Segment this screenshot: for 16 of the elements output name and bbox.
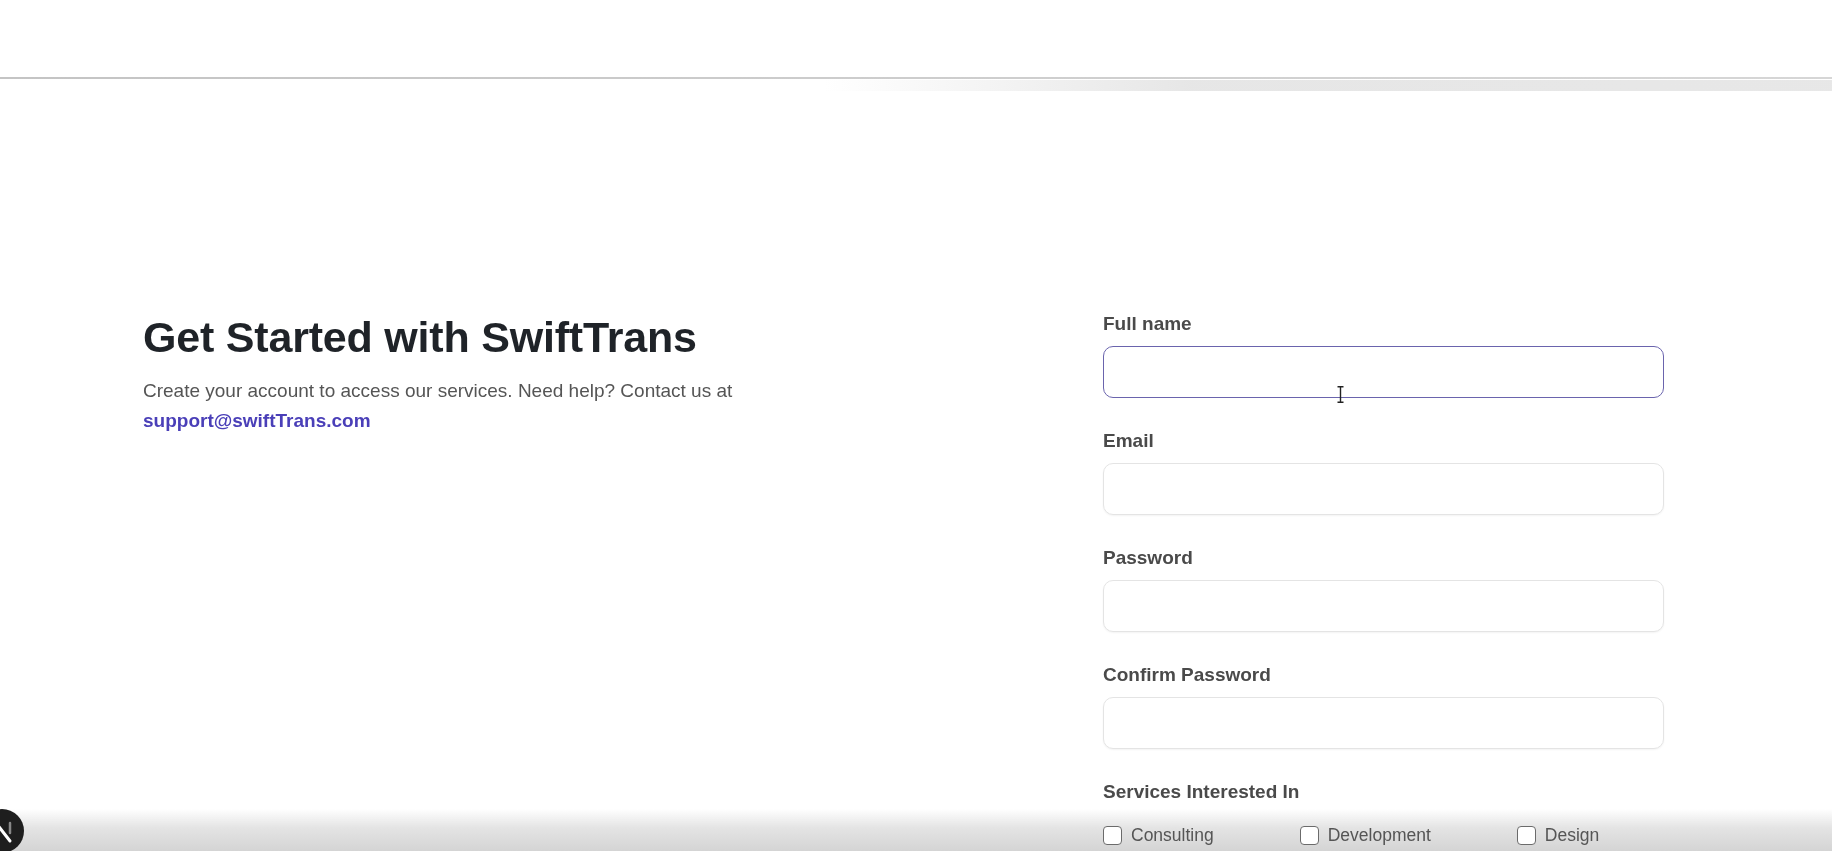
services-label: Services Interested In [1103, 780, 1301, 804]
input-field[interactable] [1103, 346, 1664, 398]
checkbox-label: Consulting [1131, 825, 1214, 845]
intro-text: Create your account to access our services. Need help? Contact us at support@swiftTrans.com [143, 378, 734, 433]
service-checkbox[interactable] [1299, 825, 1319, 845]
support-email-link[interactable]: support@swiftTrans.com [143, 409, 371, 431]
field-label: Email [1103, 429, 1155, 453]
service-checkbox[interactable] [1103, 825, 1122, 845]
checkbox-label: Design [1544, 825, 1600, 845]
service-checkbox[interactable] [1516, 825, 1536, 845]
field-label: Full name [1103, 312, 1193, 336]
page-heading: Get Started with SwiftTrans [143, 312, 698, 363]
field-label: Password [1103, 546, 1194, 570]
text-cursor-icon [1337, 386, 1344, 403]
field-label: Confirm Password [1103, 663, 1272, 687]
checkbox-label: Development [1327, 825, 1431, 845]
